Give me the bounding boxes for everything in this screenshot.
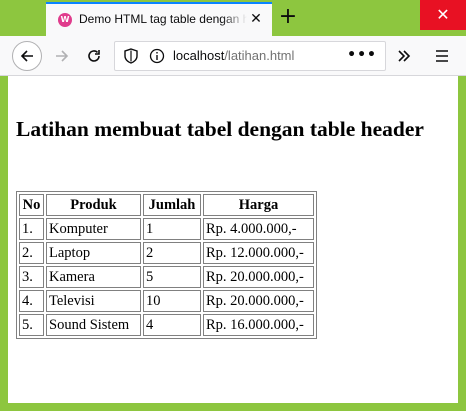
url-text: localhost/latihan.html (173, 48, 294, 63)
hamburger-menu-button[interactable] (428, 42, 456, 70)
header-jumlah: Jumlah (143, 194, 201, 216)
window-close-button[interactable]: ✕ (420, 0, 466, 30)
table-row: 5. Sound Sistem 4 Rp. 16.000.000,- (19, 314, 314, 336)
tab-close-icon[interactable]: ✕ (248, 11, 264, 27)
tab-strip: W Demo HTML tag table dengan header ✕ + … (0, 0, 466, 36)
arrow-right-icon (56, 50, 69, 62)
navigation-bar: localhost/latihan.html ••• (0, 36, 466, 76)
chevron-double-right-icon (398, 50, 411, 62)
cell-no: 3. (19, 266, 44, 288)
reload-button[interactable] (80, 42, 108, 70)
favicon-icon: W (58, 13, 72, 27)
header-no: No (19, 194, 44, 216)
cell-no: 4. (19, 290, 44, 312)
cell-harga: Rp. 12.000.000,- (203, 242, 314, 264)
header-harga: Harga (203, 194, 314, 216)
page-heading: Latihan membuat tabel dengan table heade… (16, 117, 424, 141)
hamburger-icon (436, 50, 448, 62)
table-row: 4. Televisi 10 Rp. 20.000.000,- (19, 290, 314, 312)
cell-harga: Rp. 20.000.000,- (203, 290, 314, 312)
table-header-row: No Produk Jumlah Harga (19, 194, 314, 216)
table-row: 3. Kamera 5 Rp. 20.000.000,- (19, 266, 314, 288)
cell-harga: Rp. 4.000.000,- (203, 218, 314, 240)
url-host: localhost (173, 48, 225, 63)
page-content: Latihan membuat tabel dengan table heade… (8, 76, 458, 403)
cell-jumlah: 5 (143, 266, 201, 288)
info-icon[interactable] (149, 48, 165, 64)
cell-produk: Sound Sistem (46, 314, 141, 336)
cell-no: 5. (19, 314, 44, 336)
cell-no: 2. (19, 242, 44, 264)
address-bar[interactable]: localhost/latihan.html ••• (114, 41, 386, 71)
reload-icon (88, 50, 100, 62)
cell-harga: Rp. 16.000.000,- (203, 314, 314, 336)
product-table: No Produk Jumlah Harga 1. Komputer 1 Rp.… (16, 191, 317, 339)
browser-window: W Demo HTML tag table dengan header ✕ + … (0, 0, 466, 411)
cell-jumlah: 4 (143, 314, 201, 336)
table-row: 2. Laptop 2 Rp. 12.000.000,- (19, 242, 314, 264)
header-produk: Produk (46, 194, 141, 216)
cell-jumlah: 1 (143, 218, 201, 240)
tab-title: Demo HTML tag table dengan header (79, 12, 247, 26)
cell-produk: Televisi (46, 290, 141, 312)
cell-produk: Kamera (46, 266, 141, 288)
cell-jumlah: 2 (143, 242, 201, 264)
back-button[interactable] (12, 41, 42, 71)
new-tab-button[interactable]: + (276, 6, 300, 30)
cell-harga: Rp. 20.000.000,- (203, 266, 314, 288)
cell-jumlah: 10 (143, 290, 201, 312)
cell-produk: Laptop (46, 242, 141, 264)
page-actions-button[interactable]: ••• (347, 47, 377, 63)
shield-icon[interactable] (123, 48, 139, 64)
arrow-left-icon (20, 50, 33, 62)
tab-active[interactable]: W Demo HTML tag table dengan header ✕ (46, 2, 272, 36)
url-path: /latihan.html (224, 48, 295, 63)
table-row: 1. Komputer 1 Rp. 4.000.000,- (19, 218, 314, 240)
overflow-menu-button[interactable] (390, 42, 418, 70)
cell-produk: Komputer (46, 218, 141, 240)
forward-button[interactable] (48, 42, 76, 70)
cell-no: 1. (19, 218, 44, 240)
